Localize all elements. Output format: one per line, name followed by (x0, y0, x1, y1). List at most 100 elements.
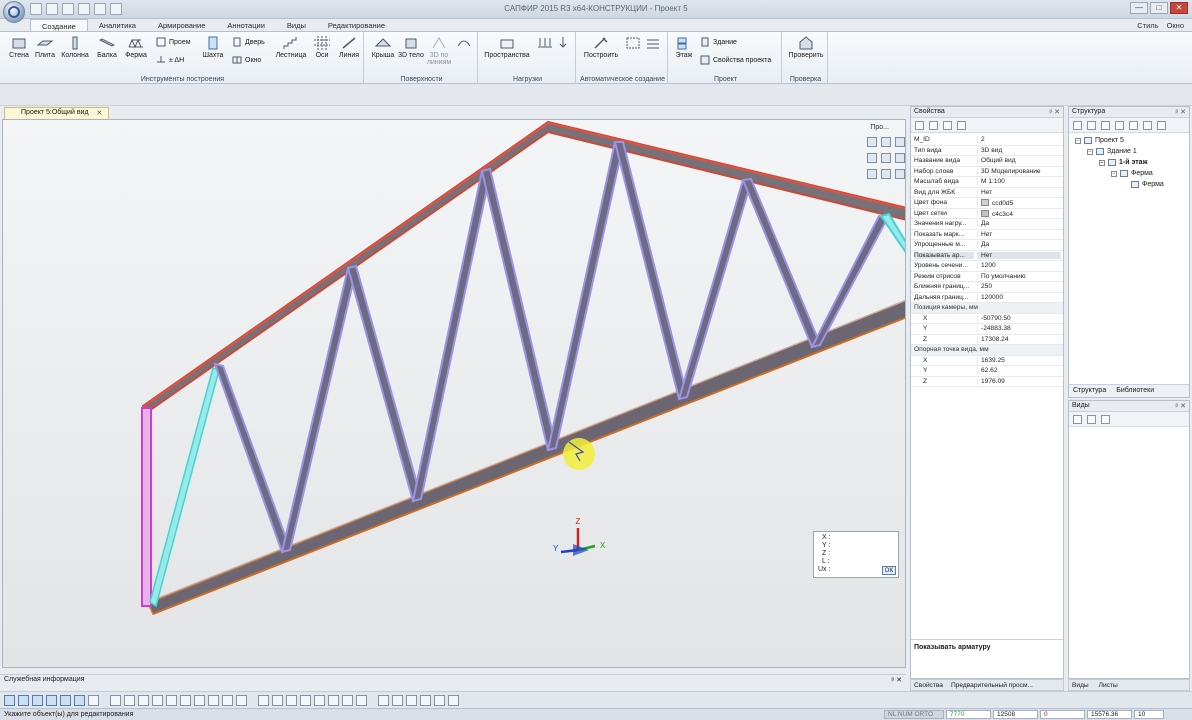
dh-button[interactable]: ± ΔH (156, 55, 184, 65)
property-value[interactable]: Да (977, 220, 1061, 227)
project-props-button[interactable]: Свойства проекта (700, 55, 771, 65)
layer-icon[interactable] (258, 695, 269, 706)
pin-close-icon[interactable]: ᵖ ✕ (892, 676, 902, 684)
wire-icon[interactable] (356, 695, 367, 706)
line-icon[interactable] (138, 695, 149, 706)
style-menu[interactable]: Стиль (1137, 21, 1158, 30)
window-menu[interactable]: Окно (1167, 21, 1184, 30)
property-value[interactable]: 2 (977, 136, 1061, 143)
mirror-icon[interactable] (208, 695, 219, 706)
property-row[interactable]: Z 17308.24 (911, 335, 1063, 345)
wall-button[interactable]: Стена (6, 36, 32, 59)
view-menu[interactable]: Про... (870, 124, 889, 131)
body3d-button[interactable]: 3D тело (398, 36, 424, 59)
axes-button[interactable]: Оси (310, 36, 334, 59)
property-row[interactable]: Вид для ЖБК Нет (911, 188, 1063, 198)
tab-views-list[interactable]: Виды (1072, 682, 1089, 689)
snap-end-icon[interactable] (18, 695, 29, 706)
property-value[interactable]: 120000 (977, 293, 1061, 301)
property-row[interactable]: Z 1976.09 (911, 377, 1063, 387)
tree-item-project[interactable]: − Проект 5 (1075, 137, 1124, 144)
array-icon[interactable] (236, 695, 247, 706)
load-point-button[interactable] (554, 36, 572, 52)
door-button[interactable]: Дверь (232, 37, 265, 47)
property-value[interactable]: -50790.50 (977, 314, 1061, 322)
view-right-icon[interactable] (867, 153, 877, 163)
property-row[interactable]: Тип вида 3D вид (911, 146, 1063, 156)
web-member[interactable] (546, 140, 625, 452)
property-value[interactable]: Нет (977, 251, 1061, 259)
layers-icon[interactable] (1115, 121, 1124, 130)
truss-button[interactable]: Ферма (122, 36, 150, 59)
snap-center-icon[interactable] (46, 695, 57, 706)
view-iso3-icon[interactable] (895, 169, 905, 179)
property-value[interactable]: 3D вид (977, 146, 1061, 154)
collapse-icon[interactable]: − (1075, 137, 1081, 144)
coord-ok-button[interactable]: OK (882, 566, 896, 575)
view-top-icon[interactable] (881, 153, 891, 163)
snap-mid-icon[interactable] (32, 695, 43, 706)
property-row[interactable]: Y -24883.38 (911, 324, 1063, 335)
property-row[interactable]: Показывать ар... Нет (911, 251, 1063, 261)
collapse-icon[interactable]: − (1087, 148, 1093, 155)
property-category[interactable]: Позиция камеры, мм (911, 303, 1063, 314)
property-value[interactable]: По умолчанию (977, 272, 1061, 280)
tab-preview[interactable]: Предварительный просм... (951, 682, 1033, 689)
pin-close-icon[interactable]: ᵖ ✕ (1176, 402, 1186, 410)
property-row[interactable]: Режим отрисов По умолчанию (911, 272, 1063, 282)
section-icon[interactable] (328, 695, 339, 706)
tab-libraries[interactable]: Библиотеки (1116, 387, 1154, 395)
3d-viewport[interactable]: Z X Y Про... X : Y : Z : L : Ux : OK (2, 119, 906, 668)
stairs-button[interactable]: Лестница (274, 36, 308, 59)
property-row[interactable]: Цвет фона ccd0d5 (911, 198, 1063, 209)
render-icon[interactable] (342, 695, 353, 706)
collapse-icon[interactable]: − (1111, 170, 1117, 177)
top-chord[interactable] (141, 120, 906, 415)
ortho-icon[interactable] (152, 695, 163, 706)
web-member[interactable] (213, 362, 292, 554)
property-value[interactable]: 3D Моделирование (977, 167, 1061, 175)
floor-button[interactable]: Этаж (672, 36, 696, 59)
view-back-icon[interactable] (881, 137, 891, 147)
property-value[interactable]: Нет (977, 230, 1061, 238)
collapse-icon[interactable] (1087, 121, 1096, 130)
property-row[interactable]: Упрощенные м... Да (911, 240, 1063, 251)
tree-item-floor[interactable]: − 1-й этаж (1099, 159, 1148, 166)
property-row[interactable]: Масштаб вида М 1:100 (911, 177, 1063, 188)
surface-tool-button[interactable] (454, 36, 474, 52)
view-iso2-icon[interactable] (881, 169, 891, 179)
auto-grid-button[interactable] (624, 36, 642, 52)
measure-icon[interactable] (124, 695, 135, 706)
close-button[interactable]: ✕ (1170, 2, 1188, 14)
zoom-icon[interactable] (420, 695, 431, 706)
roof-button[interactable]: Крыша (370, 36, 396, 59)
property-row[interactable]: Значения нагру... Да (911, 219, 1063, 230)
select-icon[interactable] (180, 695, 191, 706)
property-value[interactable]: М 1:100 (977, 178, 1061, 185)
search-icon[interactable] (957, 121, 966, 130)
move-icon[interactable] (1129, 121, 1138, 130)
camera-icon[interactable] (378, 695, 389, 706)
web-member[interactable] (879, 212, 906, 254)
property-row[interactable]: Цвет сетки c4c3c4 (911, 209, 1063, 219)
tab-structure[interactable]: Структура (1073, 387, 1106, 395)
property-value[interactable]: 250 (977, 283, 1061, 290)
minimize-button[interactable]: — (1130, 2, 1148, 14)
web-member[interactable] (741, 177, 822, 349)
property-value[interactable]: Общий вид (977, 157, 1061, 164)
snap-node-icon[interactable] (88, 695, 99, 706)
property-row[interactable]: X 1639.25 (911, 356, 1063, 366)
slab-button[interactable]: Плита (32, 36, 58, 59)
view-bottom-icon[interactable] (895, 153, 905, 163)
check-button[interactable]: Проверить (786, 36, 826, 59)
document-tab[interactable]: Проект 5:Общий вид ✕ (4, 107, 110, 119)
angle-icon[interactable] (166, 695, 177, 706)
cursor-icon[interactable] (110, 695, 121, 706)
visibility-icon[interactable] (300, 695, 311, 706)
property-value[interactable]: ccd0d5 (977, 199, 1061, 207)
property-row[interactable]: Ближняя границ... 250 (911, 282, 1063, 293)
maximize-button[interactable]: □ (1150, 2, 1168, 14)
copy-icon[interactable] (194, 695, 205, 706)
property-value[interactable]: Да (977, 241, 1061, 248)
grid-icon[interactable] (1143, 121, 1152, 130)
